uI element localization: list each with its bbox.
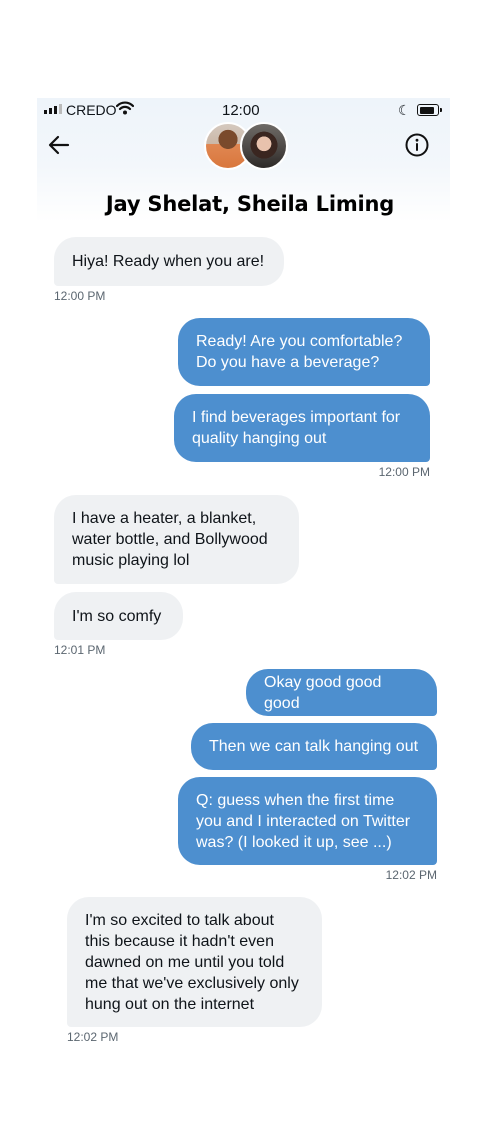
avatar: [240, 122, 288, 170]
message-timestamp: 12:00 PM: [378, 465, 430, 479]
message-bubble[interactable]: Hiya! Ready when you are!: [54, 237, 284, 286]
carrier-name: CREDO: [66, 102, 117, 118]
conversation-title: Jay Shelat, Sheila Liming: [105, 192, 395, 216]
status-bar: CREDO 12:00 ☾: [44, 100, 450, 122]
message-timestamp: 12:02 PM: [385, 868, 437, 882]
message-bubble[interactable]: Then we can talk hanging out: [191, 723, 437, 770]
message-bubble[interactable]: I find beverages important for quality h…: [174, 394, 430, 462]
info-icon[interactable]: [404, 132, 430, 158]
message-timestamp: 12:01 PM: [54, 643, 106, 657]
arrow-left-icon[interactable]: [46, 132, 72, 158]
message-bubble[interactable]: Q: guess when the first time you and I i…: [178, 777, 437, 865]
participant-avatars[interactable]: [204, 122, 288, 170]
status-time: 12:00: [222, 102, 260, 119]
message-bubble[interactable]: I'm so excited to talk about this becaus…: [67, 897, 322, 1027]
message-bubble[interactable]: I'm so comfy: [54, 592, 183, 640]
signal-icon: [44, 104, 62, 114]
battery-icon: [417, 104, 442, 116]
message-bubble[interactable]: Okay good good good: [246, 669, 437, 716]
message-bubble[interactable]: I have a heater, a blanket, water bottle…: [54, 495, 299, 584]
moon-icon: ☾: [398, 102, 411, 118]
wifi-icon: [116, 101, 134, 115]
message-timestamp: 12:02 PM: [67, 1030, 119, 1044]
message-timestamp: 12:00 PM: [54, 289, 106, 303]
message-bubble[interactable]: Ready! Are you comfortable? Do you have …: [178, 318, 430, 386]
